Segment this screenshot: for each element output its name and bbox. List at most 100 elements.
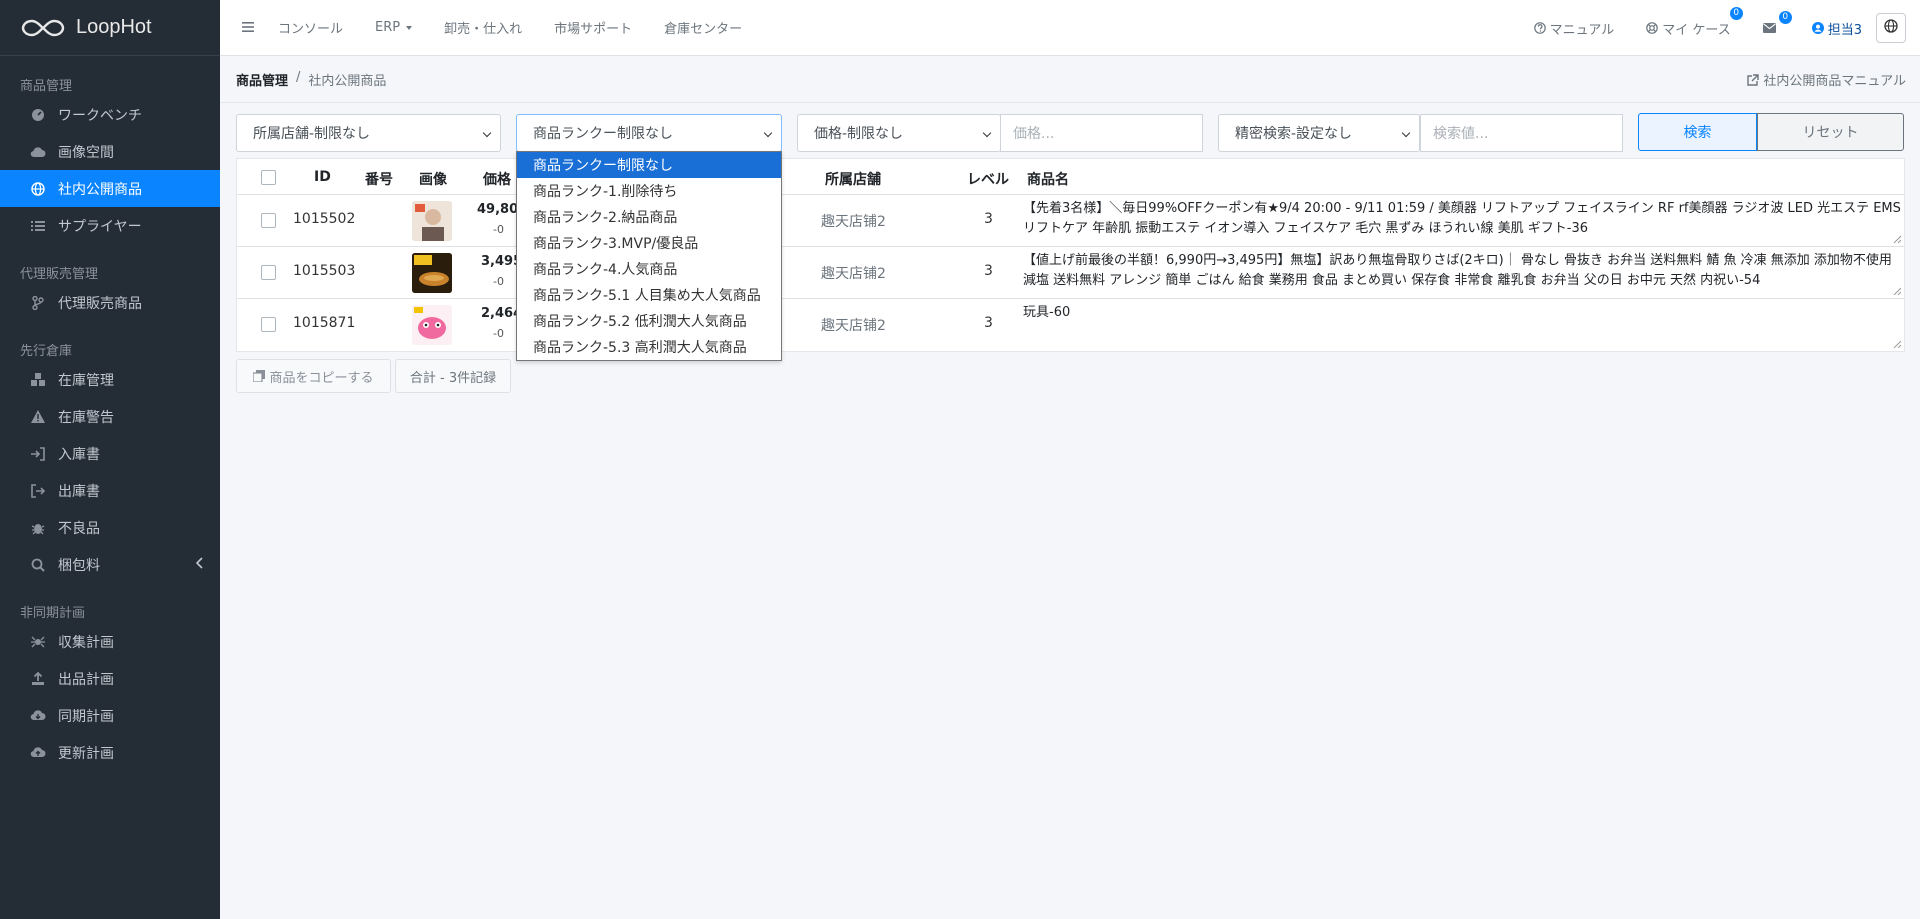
copy-icon xyxy=(253,370,266,382)
store-select[interactable]: 所属店舗-制限なし xyxy=(236,114,501,152)
row-product-name[interactable]: 玩具-60 xyxy=(1023,303,1903,349)
nav-erp[interactable]: ERP xyxy=(375,20,413,35)
sidebar-item-image-space[interactable]: 画像空間 xyxy=(0,133,220,170)
sidebar-item-stock-warning[interactable]: 在庫警告 xyxy=(0,398,220,435)
chevron-left-icon[interactable] xyxy=(195,557,204,573)
sidebar-item-defective[interactable]: 不良品 xyxy=(0,509,220,546)
resize-handle-icon[interactable] xyxy=(1893,235,1901,243)
row-price-change: -0 xyxy=(493,327,504,340)
language-button[interactable] xyxy=(1876,13,1906,43)
rank-dropdown-list[interactable]: 商品ランクー制限なし 商品ランク-1.削除待ち 商品ランク-2.納品商品 商品ラ… xyxy=(516,151,782,361)
sidebar-item-suppliers[interactable]: サプライヤー xyxy=(0,207,220,244)
product-image-icon xyxy=(412,201,452,241)
sidebar-item-workbench[interactable]: ワークベンチ xyxy=(0,96,220,133)
rank-option[interactable]: 商品ランク-1.削除待ち xyxy=(517,178,781,204)
sidebar-item-packing[interactable]: 梱包料 xyxy=(0,546,220,583)
my-case-link[interactable]: マイ ケース 0 xyxy=(1646,6,1743,38)
sidebar-item-listing-plan[interactable]: 出品計画 xyxy=(0,660,220,697)
top-right: マニュアル マイ ケース 0 0 担当3 xyxy=(1533,0,1920,56)
table-header: ID 番号 画像 価格 所属店舗 レベル 商品名 xyxy=(237,159,1904,195)
total-records-button[interactable]: 合計 - 3件記録 xyxy=(395,359,511,393)
resize-handle-icon[interactable] xyxy=(1893,340,1901,348)
sidebar-item-agency-products[interactable]: 代理販売商品 xyxy=(0,284,220,321)
upload-icon xyxy=(30,671,46,687)
sidebar-item-label: 梱包料 xyxy=(58,557,100,574)
sidebar-section-title: 非同期計画 xyxy=(20,606,86,621)
table-row[interactable]: 1015502 49,800 -0 趣天店铺2 3 【先着3名様】＼毎日99%O… xyxy=(237,195,1904,247)
user-menu[interactable]: 担当3 xyxy=(1811,19,1862,38)
product-thumbnail[interactable] xyxy=(412,305,452,345)
product-thumbnail[interactable] xyxy=(412,201,452,241)
sidebar-item-inbound[interactable]: 入庫書 xyxy=(0,435,220,472)
mail-link[interactable]: 0 xyxy=(1762,11,1792,33)
sidebar-item-label: 入庫書 xyxy=(58,446,100,463)
page-manual-link[interactable]: 社内公開商品マニュアル xyxy=(1747,70,1906,89)
rank-option[interactable]: 商品ランク-5.2 低利潤大人気商品 xyxy=(517,308,781,334)
rank-option[interactable]: 商品ランク-3.MVP/優良品 xyxy=(517,230,781,256)
sidebar-item-label: 在庫管理 xyxy=(58,372,114,389)
row-level: 3 xyxy=(984,211,993,227)
hamburger-menu-icon[interactable] xyxy=(242,20,254,36)
rank-option[interactable]: 商品ランクー制限なし xyxy=(517,152,781,178)
rank-option[interactable]: 商品ランク-2.納品商品 xyxy=(517,204,781,230)
search-box-icon xyxy=(30,557,46,573)
sidebar-item-sync-plan[interactable]: 同期計画 xyxy=(0,697,220,734)
copy-products-button[interactable]: 商品をコピーする xyxy=(236,359,391,393)
warning-icon xyxy=(30,409,46,425)
sidebar-item-update-plan[interactable]: 更新計画 xyxy=(0,734,220,771)
row-checkbox[interactable] xyxy=(261,265,276,280)
spider-icon xyxy=(30,634,46,650)
sidebar-item-inventory[interactable]: 在庫管理 xyxy=(0,361,220,398)
nav-console[interactable]: コンソール xyxy=(278,18,343,37)
copy-label: 商品をコピーする xyxy=(269,370,374,386)
sign-out-icon xyxy=(30,483,46,499)
rank-option[interactable]: 商品ランク-4.人気商品 xyxy=(517,256,781,282)
row-id: 1015502 xyxy=(293,211,356,227)
sidebar-item-internal-products[interactable]: 社内公開商品 xyxy=(0,170,220,207)
nav-market-support[interactable]: 市場サポート xyxy=(554,18,632,37)
table-row[interactable]: 1015871 2,464 -0 趣天店铺2 3 玩具-60 xyxy=(237,299,1904,351)
sidebar-section-title: 商品管理 xyxy=(20,79,73,94)
envelope-icon xyxy=(1762,23,1776,33)
select-all-checkbox[interactable] xyxy=(261,170,276,185)
nav-wholesale[interactable]: 卸売・仕入れ xyxy=(444,18,522,37)
header-image: 画像 xyxy=(419,172,447,188)
caret-down-icon xyxy=(406,25,413,30)
brand-name: LoopHot xyxy=(76,16,152,38)
mail-badge: 0 xyxy=(1778,11,1792,24)
globe-icon xyxy=(30,181,46,197)
breadcrumb-root[interactable]: 商品管理 xyxy=(236,70,288,89)
bug-icon xyxy=(30,520,46,536)
nav-warehouse-center[interactable]: 倉庫センター xyxy=(664,18,742,37)
breadcrumb-current: 社内公開商品 xyxy=(308,74,387,89)
user-label: 担当3 xyxy=(1827,22,1862,38)
manual-link[interactable]: マニュアル xyxy=(1533,19,1614,38)
search-input[interactable]: 検索値... xyxy=(1420,114,1623,152)
sidebar-section-title: 代理販売管理 xyxy=(20,267,99,282)
rank-select[interactable]: 商品ランクー制限なし xyxy=(516,114,782,152)
table-row[interactable]: 1015503 3,495 -0 趣天店铺2 3 【値上げ前最後の半額！6,99… xyxy=(237,247,1904,299)
sidebar-item-outbound[interactable]: 出庫書 xyxy=(0,472,220,509)
sidebar-item-label: 収集計画 xyxy=(58,634,114,651)
price-select[interactable]: 価格-制限なし xyxy=(797,114,1001,152)
sidebar-item-label: 画像空間 xyxy=(58,144,114,161)
row-level: 3 xyxy=(984,263,993,279)
row-checkbox[interactable] xyxy=(261,317,276,332)
brand[interactable]: LoopHot xyxy=(0,0,220,56)
price-input[interactable]: 価格... xyxy=(1000,114,1203,152)
row-product-name[interactable]: 【値上げ前最後の半額！6,990円→3,495円】無塩】訳あり無塩骨取りさば(2… xyxy=(1023,251,1903,297)
search-button[interactable]: 検索 xyxy=(1638,113,1757,151)
product-thumbnail[interactable] xyxy=(412,253,452,293)
sidebar-item-collect-plan[interactable]: 収集計画 xyxy=(0,623,220,660)
resize-handle-icon[interactable] xyxy=(1893,287,1901,295)
advanced-search-select[interactable]: 精密検索-設定なし xyxy=(1218,114,1420,152)
product-image-icon xyxy=(412,253,452,293)
row-product-name[interactable]: 【先着3名様】＼毎日99%OFFクーポン有★9/4 20:00 - 9/11 0… xyxy=(1023,199,1903,245)
row-id: 1015503 xyxy=(293,263,356,279)
row-store: 趣天店铺2 xyxy=(821,318,886,334)
row-checkbox[interactable] xyxy=(261,213,276,228)
rank-option[interactable]: 商品ランク-5.3 高利潤大人気商品 xyxy=(517,334,781,360)
reset-button[interactable]: リセット xyxy=(1757,113,1904,151)
row-level: 3 xyxy=(984,315,993,331)
rank-option[interactable]: 商品ランク-5.1 人目集め大人気商品 xyxy=(517,282,781,308)
